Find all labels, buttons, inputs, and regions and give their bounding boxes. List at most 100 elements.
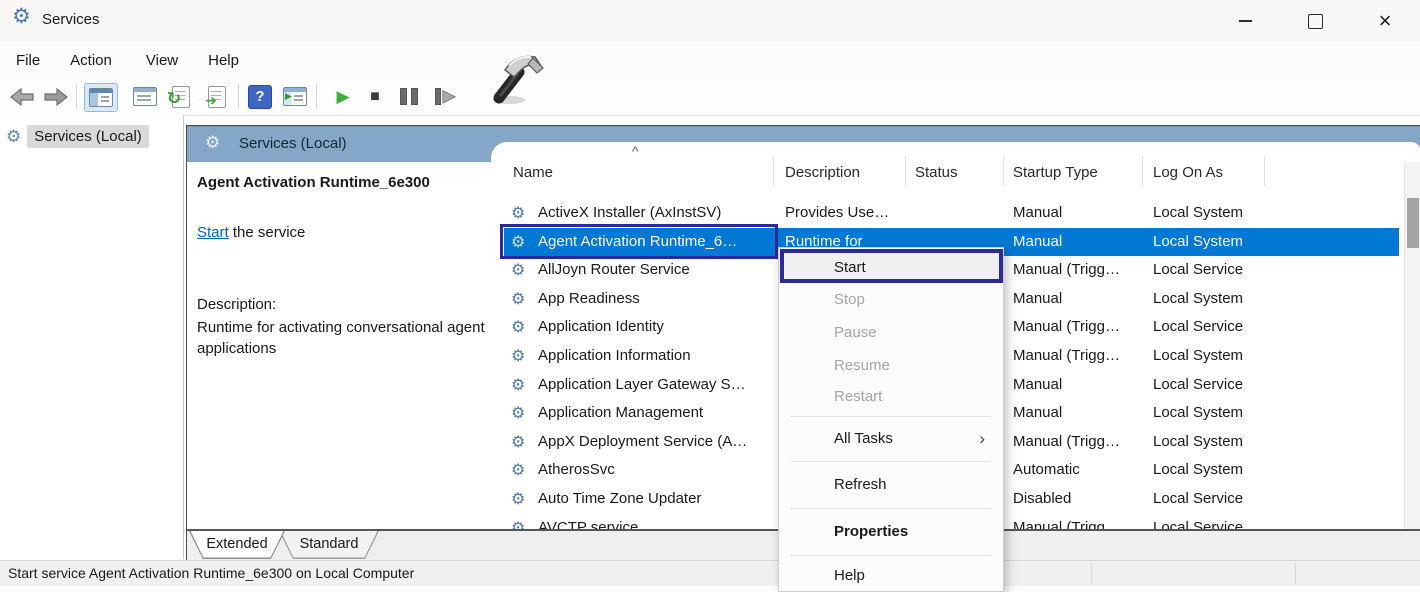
column-separator[interactable] [1142, 156, 1143, 186]
menu-view[interactable]: View [144, 48, 180, 73]
cell-startup-type: Manual (Trigg… [1013, 313, 1120, 342]
services-app-icon: ⚙ [12, 6, 31, 27]
cell-log-on-as: Local System [1153, 399, 1243, 428]
cell-log-on-as: Local System [1153, 228, 1243, 257]
pause-service-button[interactable] [396, 83, 422, 110]
start-service-button[interactable]: ▶ [330, 83, 356, 110]
context-menu-item-help[interactable]: Help [779, 559, 1003, 592]
export-list-button[interactable]: ➔ [202, 83, 232, 110]
tab-standard[interactable]: Standard [279, 531, 379, 559]
back-icon [9, 87, 35, 107]
menu-separator [791, 508, 991, 509]
context-menu-item-start[interactable]: Start [779, 253, 1003, 283]
start-service-link[interactable]: Start [197, 224, 229, 241]
menu-help[interactable]: Help [206, 48, 241, 73]
context-menu-item-pause: Pause [779, 316, 1003, 349]
cell-name: Application Information [538, 342, 691, 371]
context-menu: Start Stop Pause Resume Restart All Task… [778, 247, 1004, 592]
pause-service-icon [400, 88, 418, 105]
show-console-tree-button[interactable] [84, 83, 118, 112]
tree-item-services-local[interactable]: ⚙ Services (Local) [6, 125, 149, 148]
status-bar-text: Start service Agent Activation Runtime_6… [8, 565, 414, 581]
status-bar: Start service Agent Activation Runtime_6… [0, 560, 1420, 586]
cell-startup-type: Manual (Trigg… [1013, 514, 1120, 530]
cell-startup-type: Manual (Trigg… [1013, 342, 1120, 371]
vertical-scrollbar[interactable] [1404, 162, 1420, 530]
service-gear-icon: ⚙ [511, 228, 525, 257]
cell-log-on-as: Local Service [1153, 371, 1243, 400]
context-menu-item-all-tasks[interactable]: All Tasks› [779, 421, 1003, 457]
context-menu-item-refresh[interactable]: Refresh [779, 466, 1003, 504]
minimize-icon [1239, 20, 1252, 22]
close-button[interactable]: × [1362, 0, 1408, 42]
restart-service-button[interactable]: ▶ [430, 83, 460, 110]
cell-name: ActiveX Installer (AxInstSV) [538, 199, 721, 228]
title-bar: ⚙ Services × [0, 0, 1420, 42]
cell-startup-type: Disabled [1013, 485, 1071, 514]
minimize-button[interactable] [1222, 0, 1268, 42]
cell-log-on-as: Local System [1153, 285, 1243, 314]
window-title: Services [42, 11, 100, 28]
context-menu-item-resume: Resume [779, 349, 1003, 382]
cell-name: AppX Deployment Service (A… [538, 428, 747, 457]
selected-service-title: Agent Activation Runtime_6e300 [197, 174, 430, 191]
maximize-button[interactable] [1292, 0, 1338, 42]
cell-name: AllJoyn Router Service [538, 256, 690, 285]
pane-header-label: Services (Local) [239, 135, 347, 152]
column-separator[interactable] [773, 156, 774, 186]
back-button[interactable] [8, 83, 36, 110]
menu-file[interactable]: File [14, 48, 42, 73]
column-separator[interactable] [1003, 156, 1004, 186]
cell-log-on-as: Local System [1153, 428, 1243, 457]
column-header-startup-type[interactable]: Startup Type [1013, 164, 1098, 181]
cell-startup-type: Manual [1013, 371, 1062, 400]
action-pane-icon: ▶ [283, 87, 307, 106]
show-action-pane-button[interactable]: ▶ [280, 83, 310, 110]
column-header-log-on-as[interactable]: Log On As [1153, 164, 1223, 181]
restart-service-icon: ▶ [435, 88, 455, 105]
cell-name: Application Layer Gateway S… [538, 371, 746, 400]
refresh-toolbar-button[interactable]: ↻ [166, 83, 196, 110]
stop-service-button[interactable]: ■ [362, 83, 388, 110]
properties-toolbar-button[interactable] [130, 83, 160, 110]
cell-name: Application Management [538, 399, 703, 428]
cell-name: AtherosSvc [538, 456, 615, 485]
service-gear-icon: ⚙ [511, 399, 525, 428]
toolbar-separator [316, 84, 317, 109]
properties-icon [133, 87, 157, 106]
cell-name: Agent Activation Runtime_6… [538, 228, 737, 257]
column-separator[interactable] [905, 156, 906, 186]
menu-bar: File Action View Help [0, 42, 1420, 79]
start-service-icon: ▶ [336, 88, 349, 105]
cell-name: Auto Time Zone Updater [538, 485, 701, 514]
context-menu-item-properties[interactable]: Properties [779, 513, 1003, 551]
description-label: Description: [197, 296, 276, 313]
service-gear-icon: ⚙ [511, 313, 525, 342]
context-menu-item-stop: Stop [779, 283, 1003, 316]
console-tree-panel: ⚙ Services (Local) [0, 115, 184, 559]
service-gear-icon: ⚙ [511, 371, 525, 400]
column-header-status[interactable]: Status [915, 164, 958, 181]
help-icon: ? [248, 85, 272, 109]
cell-startup-type: Manual [1013, 228, 1062, 257]
service-gear-icon: ⚙ [511, 485, 525, 514]
service-gear-icon: ⚙ [511, 256, 525, 285]
tree-item-label: Services (Local) [27, 125, 149, 148]
column-header-name[interactable]: Name [513, 164, 553, 181]
service-gear-icon: ⚙ [511, 342, 525, 371]
start-service-line: Start the service [197, 224, 305, 241]
cell-log-on-as: Local Service [1153, 313, 1243, 342]
column-separator[interactable] [1264, 156, 1265, 186]
tab-extended[interactable]: Extended [189, 531, 285, 559]
help-toolbar-button[interactable]: ? [246, 83, 274, 110]
cell-log-on-as: Local Service [1153, 485, 1243, 514]
description-text: Runtime for activating conversational ag… [197, 317, 503, 360]
scrollbar-thumb[interactable] [1407, 198, 1419, 248]
status-bar-separator [1295, 563, 1296, 584]
service-gear-icon: ⚙ [511, 514, 525, 530]
menu-action[interactable]: Action [68, 48, 114, 73]
forward-button[interactable] [42, 83, 70, 110]
cell-log-on-as: Local System [1153, 456, 1243, 485]
column-header-description[interactable]: Description [785, 164, 860, 181]
table-row[interactable]: ⚙ActiveX Installer (AxInstSV)Provides Us… [504, 199, 1399, 228]
